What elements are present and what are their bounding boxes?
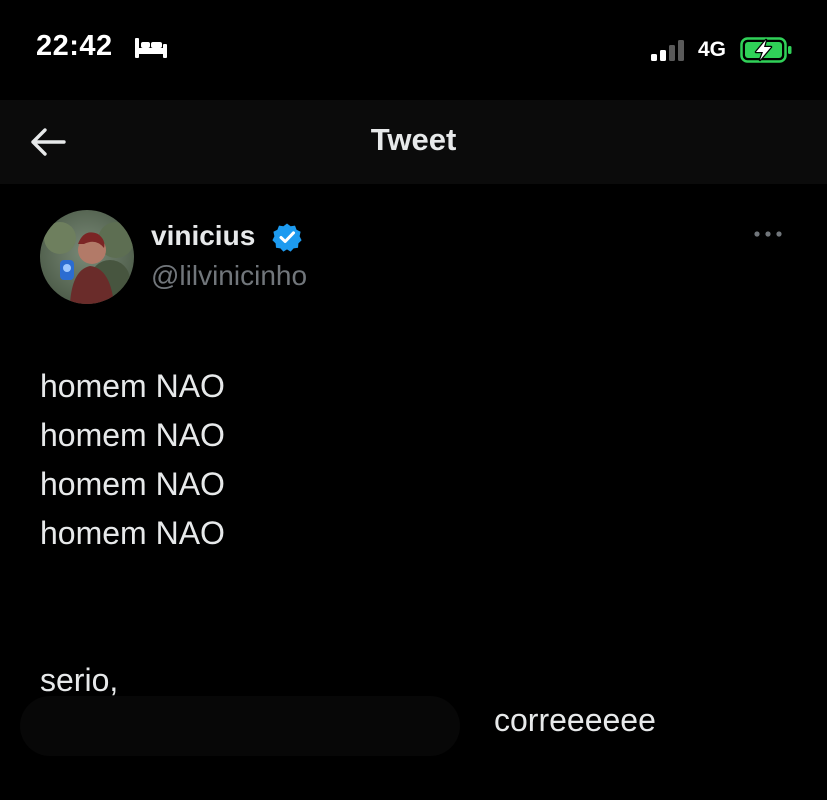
tweet: vinicius @lilvinicinho homem NAO homem N… <box>0 184 827 800</box>
tweet-line: homem NAO <box>40 515 225 551</box>
avatar[interactable] <box>40 210 134 304</box>
tweet-line: homem NAO <box>40 466 225 502</box>
tweet-header: Tweet <box>0 100 827 184</box>
more-horizontal-icon <box>754 231 782 237</box>
tweet-gap <box>40 558 780 656</box>
status-time: 22:42 <box>36 30 113 62</box>
more-options-button[interactable] <box>748 222 788 246</box>
verified-badge-icon <box>272 223 302 252</box>
status-bar: 22:42 4G <box>0 0 827 100</box>
network-label: 4G <box>698 38 727 61</box>
bed-icon <box>135 38 167 58</box>
avatar-image <box>40 210 134 304</box>
tweet-line: serio, <box>40 662 119 698</box>
tweet-line: homem NAO <box>40 368 225 404</box>
page-title: Tweet <box>370 122 457 157</box>
tweet-line: homem NAO <box>40 417 225 453</box>
battery-charging-icon <box>740 37 792 63</box>
tweet-trailing-text: correeeeee <box>494 702 656 738</box>
tweet-text: homem NAO homem NAO homem NAO homem NAO … <box>40 362 780 705</box>
author-display-name[interactable]: vinicius <box>151 220 255 252</box>
author-username[interactable]: @lilvinicinho <box>151 260 307 292</box>
faded-overlay <box>20 696 460 756</box>
cellular-signal-icon <box>651 40 684 61</box>
